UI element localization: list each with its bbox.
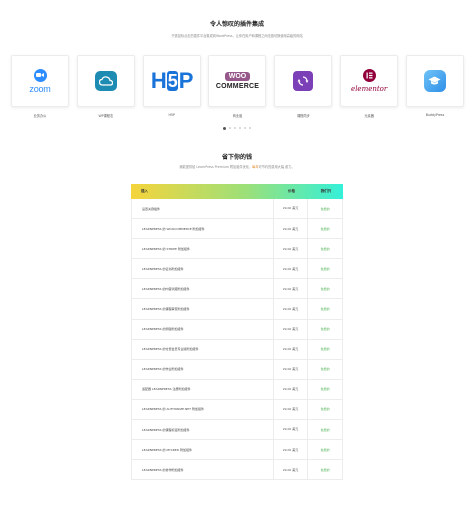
header-name: 插入 bbox=[141, 189, 148, 193]
addon-name: LEARNPRESS 的 AUTHORIZE.NET 附加组件 bbox=[132, 399, 274, 420]
hero-title: 令人惊叹的插件集成 bbox=[209, 21, 264, 28]
addon-status: 免费的 bbox=[320, 307, 330, 312]
table-row: LEARNPRESS 的 WOOCOMMERCE 附加组件 29.00 美元 免费的 bbox=[131, 219, 343, 240]
addon-name: 适配器 LEARNPRESS 注册附加组件 bbox=[132, 379, 274, 399]
integration-label: WP课程志 bbox=[98, 114, 114, 118]
integration-label: 课程同步 bbox=[296, 114, 310, 118]
addon-status: 免费的 bbox=[320, 407, 330, 412]
addon-status: 免费的 bbox=[320, 447, 330, 452]
table-row: LEARNPRESS 的作业附加组件 29.00 美元 免费的 bbox=[131, 359, 343, 380]
table-row: LEARNPRESS 的 AUTHORIZE.NET 附加组件 29.00 美元 免… bbox=[131, 399, 343, 421]
integration-card-graduation[interactable] bbox=[405, 55, 464, 107]
addon-price: 29.00 美元 bbox=[274, 199, 309, 219]
integration-labels: 业务办公 WP课程志 H5P 商业组 课程同步 元素器 BuddyPress bbox=[11, 113, 464, 118]
integration-card-sync[interactable] bbox=[274, 55, 333, 107]
addon-status: 免费的 bbox=[320, 286, 330, 291]
table-row: LEARNPRESS 的 STRIPE 附加组件 29.00 美元 免费的 bbox=[131, 239, 343, 260]
h5p-logo-icon: H5P bbox=[150, 68, 194, 93]
integration-label: 业务办公 bbox=[33, 114, 47, 118]
savings-subtitle: 我能提供给 LearnPress Premium 附加组件优化，每年可节约的费用… bbox=[179, 165, 295, 169]
integration-label: BuddyPress bbox=[425, 113, 445, 117]
table-row: LEARNPRESS 的协作附加组件 29.00 美元 免费的 bbox=[131, 460, 343, 481]
integration-card-h5p[interactable]: H5P bbox=[142, 55, 201, 107]
carousel-dot[interactable] bbox=[229, 127, 231, 129]
addon-status: 免费的 bbox=[320, 226, 330, 231]
addon-status: 免费的 bbox=[320, 266, 330, 271]
integration-label: 商业组 bbox=[232, 114, 243, 118]
integration-card-zoom[interactable]: zoom bbox=[11, 55, 69, 107]
addon-status: 免费的 bbox=[320, 206, 330, 211]
table-row: 设置关键插件 29.00 美元 免费的 bbox=[131, 199, 343, 220]
addon-price: 29.00 美元 bbox=[274, 359, 309, 379]
addon-name: LEARNPRESS 的作业附加组件 bbox=[132, 359, 274, 379]
carousel-dot[interactable] bbox=[244, 127, 246, 129]
addon-status: 免费的 bbox=[320, 347, 330, 352]
addon-price: 29.00 美元 bbox=[274, 239, 309, 259]
graduation-cap-icon bbox=[423, 70, 446, 92]
addon-name: LEARNPRESS 的证书附加组件 bbox=[132, 259, 274, 279]
addon-status: 免费的 bbox=[320, 427, 330, 432]
addon-status: 免费的 bbox=[320, 246, 330, 251]
table-row: LEARNPRESS 的课程审查附加组件 29.00 美元 免费的 bbox=[131, 299, 343, 320]
integration-card-cloud[interactable] bbox=[76, 55, 135, 107]
addon-name: LEARNPRESS 的协作附加组件 bbox=[132, 460, 274, 480]
addon-name: LEARNPRESS 的课程标签附加组件 bbox=[132, 420, 274, 440]
carousel-dots bbox=[0, 126, 474, 130]
sync-logo-icon bbox=[293, 71, 314, 91]
integration-label: H5P bbox=[168, 113, 175, 117]
addon-price: 29.00 美元 bbox=[274, 440, 309, 460]
savings-title: 省下你的钱 bbox=[221, 154, 252, 161]
header-status: 我们只 bbox=[320, 189, 332, 193]
addon-status: 免费的 bbox=[320, 467, 330, 472]
elementor-logo-icon: elementor bbox=[351, 69, 387, 93]
table-row: LEARNPRESS 的内容滴灌附加组件 29.00 美元 免费的 bbox=[131, 279, 343, 300]
addon-price: 29.00 美元 bbox=[274, 299, 309, 319]
zoom-logo-icon: zoom bbox=[29, 68, 51, 94]
table-row: LEARNPRESS 的付费会员专业版附加组件 29.00 美元 免费的 bbox=[131, 339, 343, 360]
addon-price: 29.00 美元 bbox=[274, 460, 309, 480]
addon-name: LEARNPRESS 的 MYCRED 附加组件 bbox=[132, 440, 274, 460]
integration-card-woocommerce[interactable]: WOO COMMERCE bbox=[208, 55, 267, 107]
addon-name: LEARNPRESS 的课程审查附加组件 bbox=[132, 299, 274, 319]
carousel-dot[interactable] bbox=[234, 127, 236, 129]
addon-price: 29.00 美元 bbox=[274, 339, 309, 359]
addon-price: 29.00 美元 bbox=[274, 379, 309, 399]
table-row: LEARNPRESS 的测验附加组件 29.00 美元 免费的 bbox=[131, 319, 343, 340]
integration-cards: zoom H5P WOO COMMERCE elementor bbox=[11, 55, 464, 107]
addon-status: 免费的 bbox=[320, 327, 330, 332]
table-row: LEARNPRESS 的证书附加组件 29.00 美元 免费的 bbox=[131, 259, 343, 280]
table-row: 适配器 LEARNPRESS 注册附加组件 29.00 美元 免费的 bbox=[131, 379, 343, 400]
addon-price: 29.00 美元 bbox=[274, 219, 309, 239]
cloud-logo-icon bbox=[94, 71, 117, 91]
addon-price: 29.00 美元 bbox=[274, 259, 309, 279]
carousel-dot[interactable] bbox=[249, 127, 251, 129]
table-row: LEARNPRESS 的课程标签附加组件 29.00 美元 免费的 bbox=[131, 420, 343, 441]
header-price: 价格 bbox=[288, 189, 295, 193]
addon-status: 免费的 bbox=[320, 367, 330, 372]
addon-name: LEARNPRESS 的内容滴灌附加组件 bbox=[132, 279, 274, 299]
addon-name: LEARNPRESS 的测验附加组件 bbox=[132, 319, 274, 339]
table-header: 插入 价格 我们只 bbox=[131, 184, 343, 199]
integration-label: 元素器 bbox=[364, 114, 374, 118]
carousel-dot[interactable] bbox=[239, 127, 241, 129]
pricing-table: 插入 价格 我们只 设置关键插件 29.00 美元 免费的 LEARNPRESS 的 … bbox=[131, 184, 343, 481]
addon-price: 29.00 美元 bbox=[274, 279, 309, 299]
addon-name: LEARNPRESS 的 WOOCOMMERCE 附加组件 bbox=[132, 219, 274, 239]
addon-status: 免费的 bbox=[320, 387, 330, 392]
integration-card-elementor[interactable]: elementor bbox=[340, 55, 399, 107]
addon-name: LEARNPRESS 的付费会员专业版附加组件 bbox=[132, 339, 274, 359]
hero-subtitle: 只需鼠标点击的插件平台集成到WordPress，让你在用户和课程之间无缝切换使用… bbox=[171, 34, 303, 38]
addon-price: 29.00 美元 bbox=[274, 399, 309, 420]
addon-price: 29.00 美元 bbox=[274, 319, 309, 339]
woocommerce-logo-icon: WOO COMMERCE bbox=[215, 72, 260, 90]
addon-name: LEARNPRESS 的 STRIPE 附加组件 bbox=[132, 239, 274, 259]
addon-price: 29.00 美元 bbox=[274, 420, 309, 440]
carousel-dot[interactable] bbox=[223, 126, 226, 130]
addon-name: 设置关键插件 bbox=[132, 199, 274, 219]
table-row: LEARNPRESS 的 MYCRED 附加组件 29.00 美元 免费的 bbox=[131, 440, 343, 461]
